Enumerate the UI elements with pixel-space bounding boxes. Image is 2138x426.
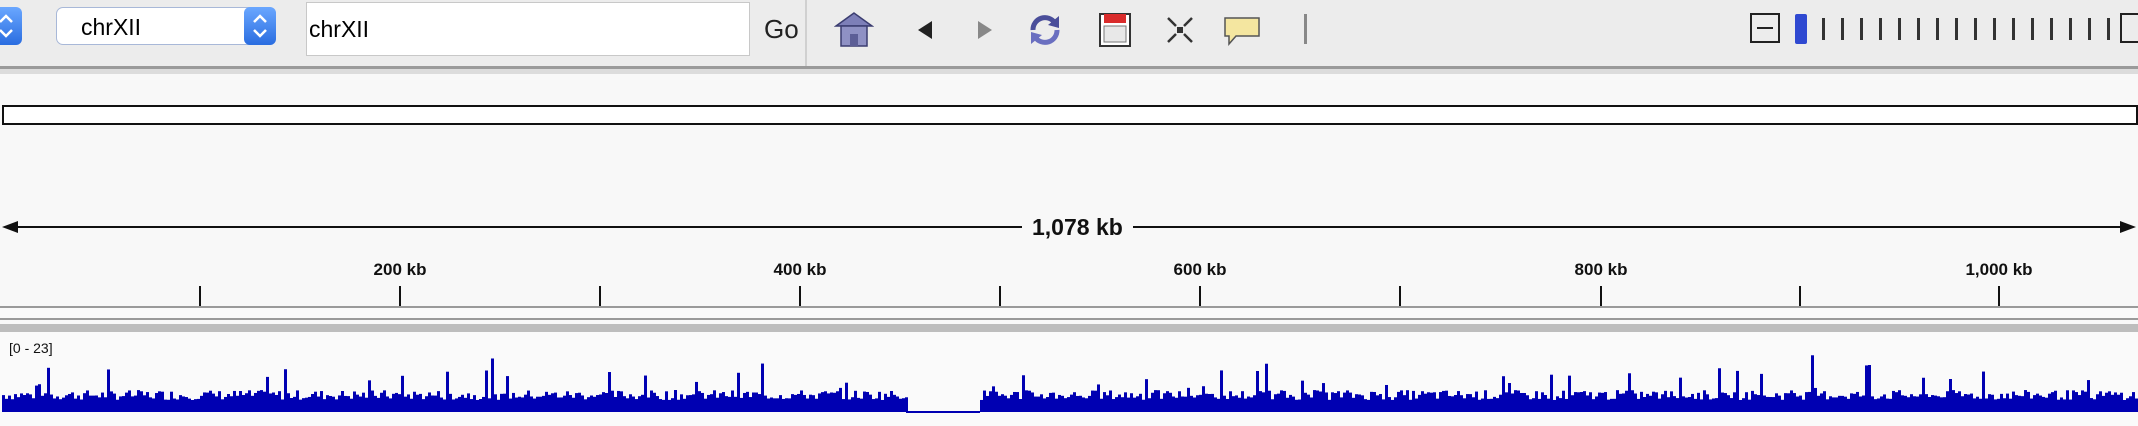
refresh-icon[interactable] — [1025, 10, 1065, 50]
tick-label: 200 kb — [373, 260, 427, 279]
chromosome-select-stepper[interactable] — [244, 7, 276, 45]
toolbar: chrXII chrXII Go — [0, 0, 2138, 66]
go-button[interactable]: Go — [764, 14, 799, 45]
chromosome-ideogram[interactable] — [2, 105, 2138, 125]
tick-label: 600 kb — [1173, 260, 1227, 279]
locus-input[interactable]: chrXII — [306, 2, 750, 56]
zoom-in-button[interactable] — [2120, 13, 2138, 43]
ruler-bottom-strip — [0, 306, 2138, 320]
tick-label: 400 kb — [773, 260, 827, 279]
back-icon[interactable] — [905, 10, 945, 50]
tick-label: 800 kb — [1574, 260, 1628, 279]
forward-icon[interactable] — [965, 10, 1005, 50]
stepper-icon — [0, 14, 13, 38]
chromosome-select[interactable]: chrXII — [56, 7, 276, 45]
toolbar-divider — [805, 0, 807, 66]
coverage-bars — [2, 355, 2138, 413]
fit-to-window-icon[interactable] — [1160, 10, 1200, 50]
region-navigator-icon[interactable] — [1095, 10, 1135, 50]
home-icon[interactable] — [834, 10, 874, 50]
coverage-track[interactable]: [0 - 23] — [0, 332, 2138, 426]
roi-divider-icon — [1304, 14, 1307, 44]
chromosome-value: chrXII — [81, 14, 142, 40]
genome-select-stepper[interactable] — [0, 7, 22, 45]
panel-divider — [0, 324, 2138, 332]
zoom-out-button[interactable] — [1750, 13, 1780, 43]
tick-label: 1,000 kb — [1965, 260, 2033, 279]
ruler-ticks — [199, 286, 2000, 306]
popup-info-icon[interactable] — [1222, 10, 1262, 50]
zoom-slider[interactable] — [1795, 12, 2115, 46]
locus-value: chrXII — [309, 16, 370, 42]
span-label: 1,078 kb — [1022, 214, 1133, 241]
stepper-icon — [253, 14, 267, 38]
